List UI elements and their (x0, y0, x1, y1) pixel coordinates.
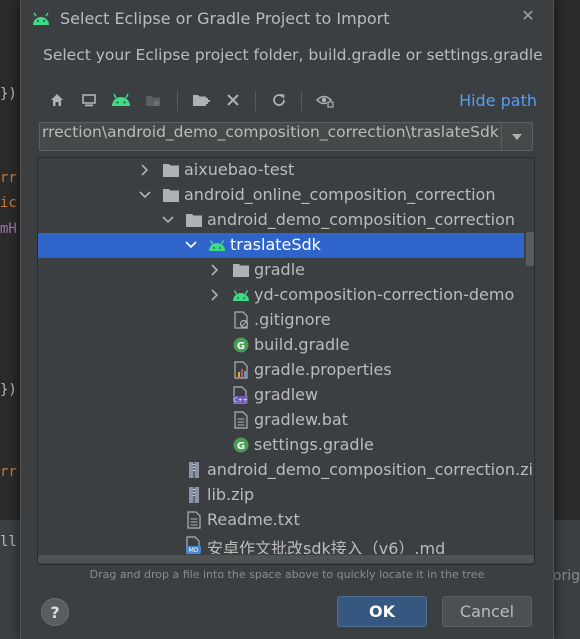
svg-text:C++: C++ (233, 397, 247, 404)
delete-icon[interactable] (221, 88, 245, 112)
tree-item-label: aixuebao-test (184, 160, 295, 179)
tree-item-label: traslateSdk (230, 235, 321, 254)
tree-item-label: gradlew (254, 385, 319, 404)
tree-item-gradle-file[interactable]: Gsettings.gradle (38, 433, 524, 458)
code-fragment: }) (0, 86, 17, 102)
tree-item-folder[interactable]: gradle (38, 258, 524, 283)
folder-icon (185, 211, 203, 229)
ignore-icon (232, 311, 250, 329)
tree-item-label: gradlew.bat (254, 410, 348, 429)
new-folder-icon[interactable] (189, 88, 213, 112)
toolbar-separator (301, 91, 302, 111)
tree-item-zip-file[interactable]: android_demo_composition_correction.zip (38, 458, 534, 483)
chevron-right-icon[interactable] (138, 162, 152, 178)
file-tree[interactable]: aixuebao-test android_online_composition_… (37, 157, 535, 565)
chevron-right-icon[interactable] (208, 262, 222, 278)
tree-item-folder[interactable]: android_online_composition_correction (38, 183, 524, 208)
ok-button[interactable]: OK (337, 596, 427, 627)
tree-item-label: build.gradle (254, 335, 350, 354)
tree-item-gradle-file[interactable]: Gbuild.gradle (38, 333, 524, 358)
gradle-icon: G (232, 336, 250, 354)
show-hidden-files-icon[interactable] (313, 88, 337, 112)
tree-item-android-module[interactable]: yd-composition-correction-demo (38, 283, 524, 308)
tree-item-gitignore-file[interactable]: .gitignore (38, 308, 524, 333)
gradle-icon: G (232, 436, 250, 454)
help-button[interactable]: ? (41, 598, 69, 626)
code-fragment: mH (0, 221, 17, 237)
horizontal-scrollbar[interactable] (38, 554, 534, 564)
android-project-icon[interactable] (109, 88, 133, 112)
props-icon (232, 361, 250, 379)
tree-item-text-file[interactable]: Readme.txt (38, 508, 524, 533)
zip-icon (185, 486, 203, 504)
tree-item-folder[interactable]: android_demo_composition_correction (38, 208, 524, 233)
tree-item-label: settings.gradle (254, 435, 374, 454)
tree-item-label: Readme.txt (207, 510, 300, 529)
chevron-down-icon[interactable] (501, 123, 532, 150)
folder-icon (232, 261, 250, 279)
code-fragment: }) (0, 382, 17, 398)
code-fragment: ic (0, 195, 17, 211)
dialog-subtitle: Select your Eclipse project folder, buil… (43, 46, 543, 64)
android-icon (232, 286, 250, 304)
svg-text:G: G (237, 441, 245, 452)
desktop-icon[interactable] (77, 88, 101, 112)
tree-item-zip-file[interactable]: lib.zip (38, 483, 524, 508)
close-icon[interactable]: ✕ (519, 7, 537, 25)
tree-item-folder[interactable]: aixuebao-test (38, 158, 524, 183)
zip-icon (185, 461, 203, 479)
tree-item-script-file[interactable]: C++ gradlew (38, 383, 524, 408)
vertical-scrollbar[interactable] (526, 232, 534, 266)
drag-drop-hint: Drag and drop a file into the space abov… (89, 568, 485, 581)
toolbar-separator (255, 91, 256, 111)
chevron-down-icon[interactable] (161, 212, 175, 228)
chevron-right-icon[interactable] (208, 287, 222, 303)
cancel-button[interactable]: Cancel (442, 596, 532, 627)
md-icon: MD (185, 536, 203, 554)
tree-item-label: .gitignore (254, 310, 331, 329)
tree-item-label: yd-composition-correction-demo (254, 285, 515, 304)
code-fragment: rr (0, 464, 17, 480)
dialog-titlebar[interactable]: Select Eclipse or Gradle Project to Impo… (21, 0, 553, 38)
tree-item-properties-file[interactable]: gradle.properties (38, 358, 524, 383)
svg-text:G: G (237, 341, 245, 352)
folder-icon (162, 186, 180, 204)
home-icon[interactable] (45, 88, 69, 112)
tree-item-label: gradle.properties (254, 360, 392, 379)
refresh-icon[interactable] (267, 88, 291, 112)
chevron-down-icon[interactable] (138, 187, 152, 203)
tree-item-label: android_online_composition_correction (184, 185, 496, 204)
text-icon (232, 411, 250, 429)
tree-item-android-module[interactable]: traslateSdk (38, 233, 524, 258)
android-icon (208, 236, 226, 254)
import-project-dialog: Select Eclipse or Gradle Project to Impo… (20, 0, 554, 639)
android-icon (33, 12, 49, 25)
chevron-down-icon[interactable] (184, 237, 198, 253)
tree-item-label: android_demo_composition_correction.zip (207, 460, 535, 479)
toolbar-separator (177, 91, 178, 111)
tree-item-label: android_demo_composition_correction (207, 210, 516, 229)
side-tab-label: orig (552, 568, 580, 584)
code-fragment: rr (0, 170, 17, 186)
text-icon (185, 511, 203, 529)
path-input[interactable]: rrection\android_demo_composition_correc… (40, 123, 502, 150)
tree-item-label: lib.zip (207, 485, 255, 504)
module-icon[interactable] (141, 88, 165, 112)
tree-item-label: gradle (254, 260, 305, 279)
tree-item-text-file[interactable]: gradlew.bat (38, 408, 524, 433)
hide-path-link[interactable]: Hide path (459, 91, 537, 110)
script-icon: C++ (232, 386, 250, 404)
dialog-title: Select Eclipse or Gradle Project to Impo… (60, 9, 390, 28)
code-fragment: ll (0, 534, 17, 550)
file-chooser-toolbar: Hide path (41, 88, 541, 114)
svg-text:MD: MD (189, 547, 199, 554)
folder-icon (162, 161, 180, 179)
path-combobox[interactable]: rrection\android_demo_composition_correc… (39, 122, 533, 151)
